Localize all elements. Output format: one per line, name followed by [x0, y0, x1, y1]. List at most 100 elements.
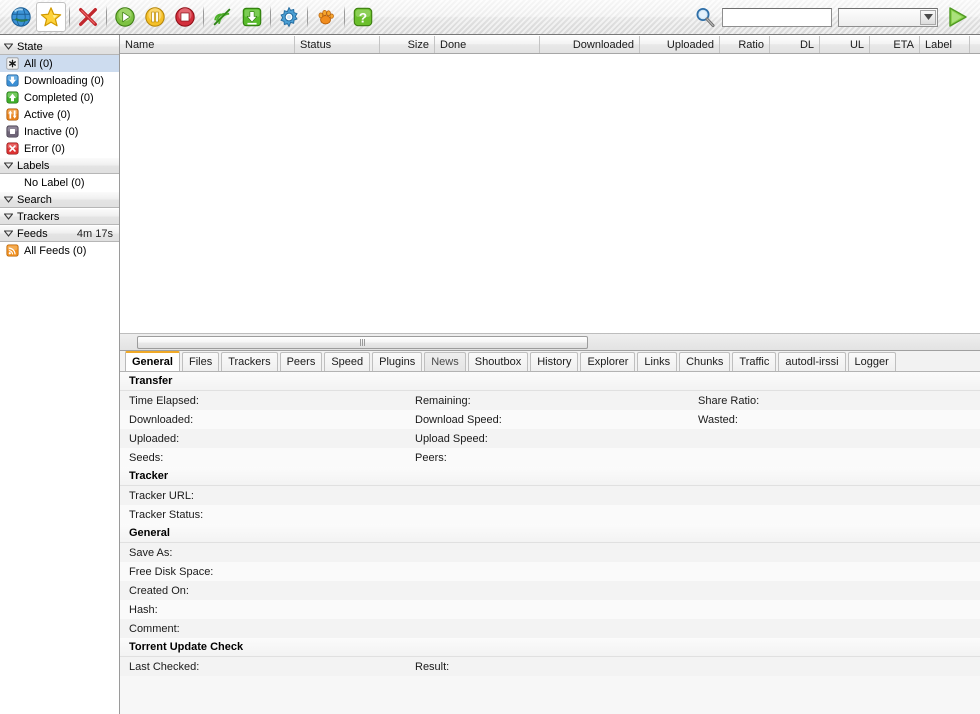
- section-header-general: General: [120, 524, 980, 543]
- detail-field-label: Remaining:: [415, 395, 471, 407]
- tab-shoutbox[interactable]: Shoutbox: [468, 352, 528, 371]
- orange-rss-icon: [6, 244, 19, 257]
- remove-torrent-button[interactable]: [73, 2, 103, 32]
- column-header-peers[interactable]: Peers: [970, 36, 980, 53]
- column-header-ratio[interactable]: Ratio: [720, 36, 770, 53]
- search-engine-select[interactable]: [838, 8, 938, 27]
- add-torrent-from-url-button[interactable]: [6, 2, 36, 32]
- sidebar-item-no-label[interactable]: No Label (0): [0, 174, 119, 191]
- tab-label: Traffic: [739, 356, 769, 368]
- tab-explorer[interactable]: Explorer: [580, 352, 635, 371]
- column-header-label: DL: [800, 39, 814, 51]
- main-area: NameStatus Size DoneDownloadedUploadedRati…: [120, 35, 980, 714]
- pause-torrent-button[interactable]: [140, 2, 170, 32]
- sidebar-group-feeds[interactable]: Feeds4m 17s: [0, 225, 119, 242]
- tab-traffic[interactable]: Traffic: [732, 352, 776, 371]
- svg-text:?: ?: [359, 11, 367, 26]
- sidebar-item-inactive[interactable]: Inactive (0): [0, 123, 119, 140]
- tab-peers[interactable]: Peers: [280, 352, 323, 371]
- toolbar-separator: [69, 6, 70, 28]
- tab-files[interactable]: Files: [182, 352, 219, 371]
- stop-torrent-button[interactable]: [170, 2, 200, 32]
- tab-label: Plugins: [379, 356, 415, 368]
- sidebar-item-active[interactable]: Active (0): [0, 106, 119, 123]
- sidebar-group-trackers[interactable]: Trackers: [0, 208, 119, 225]
- column-header-label: Size: [408, 39, 429, 51]
- rss-feeds-button[interactable]: [207, 2, 237, 32]
- column-header-downloaded[interactable]: Downloaded: [540, 36, 640, 53]
- tab-plugins[interactable]: Plugins: [372, 352, 422, 371]
- caret-down-icon: [4, 196, 13, 203]
- preferences-button[interactable]: [274, 2, 304, 32]
- column-header-size[interactable]: Size: [380, 36, 435, 53]
- chevron-down-icon: [920, 10, 936, 25]
- search-go-button[interactable]: [944, 5, 970, 29]
- sidebar-item-downloading[interactable]: Downloading (0): [0, 72, 119, 89]
- search-input[interactable]: [722, 8, 832, 27]
- yellow-pause-icon: [144, 6, 166, 28]
- search-area: [694, 5, 974, 29]
- column-header-label[interactable]: Label: [920, 36, 970, 53]
- tab-label: Trackers: [228, 356, 270, 368]
- sidebar-group-search[interactable]: Search: [0, 191, 119, 208]
- asterisk-icon: [6, 57, 19, 70]
- tab-speed[interactable]: Speed: [324, 352, 370, 371]
- scrollbar-grip-icon: [360, 339, 365, 346]
- help-button[interactable]: ?: [348, 2, 378, 32]
- globe-icon: [10, 6, 32, 28]
- tab-label: Shoutbox: [475, 356, 521, 368]
- column-header-ul[interactable]: UL: [820, 36, 870, 53]
- download-button[interactable]: [237, 2, 267, 32]
- column-header-name[interactable]: Name: [120, 36, 295, 53]
- scrollbar-thumb[interactable]: [137, 336, 588, 349]
- sidebar-item-label: Inactive (0): [24, 126, 78, 138]
- sidebar-item-all-feeds[interactable]: All Feeds (0): [0, 242, 119, 259]
- section-title: General: [129, 527, 170, 539]
- start-torrent-button[interactable]: [110, 2, 140, 32]
- torrent-list-header: NameStatus Size DoneDownloadedUploadedRati…: [120, 35, 980, 54]
- toolbar-separator: [307, 6, 308, 28]
- torrent-list-body[interactable]: [120, 54, 980, 333]
- sidebar-group-label: Search: [17, 194, 113, 206]
- column-header-eta[interactable]: ETA: [870, 36, 920, 53]
- column-header-status[interactable]: Status: [295, 36, 380, 53]
- detail-field-label: Hash:: [129, 604, 158, 616]
- add-torrent-button[interactable]: [36, 2, 66, 32]
- column-header-label: ETA: [893, 39, 914, 51]
- tab-autodl-irssi[interactable]: autodl-irssi: [778, 352, 845, 371]
- column-header-uploaded[interactable]: Uploaded: [640, 36, 720, 53]
- sidebar-item-all[interactable]: All (0): [0, 55, 119, 72]
- tab-logger[interactable]: Logger: [848, 352, 896, 371]
- tab-chunks[interactable]: Chunks: [679, 352, 730, 371]
- column-header-done[interactable]: Done: [435, 36, 540, 53]
- torrent-list-horizontal-scrollbar[interactable]: [120, 333, 980, 350]
- tab-general[interactable]: General: [125, 351, 180, 371]
- tab-label: Links: [644, 356, 670, 368]
- detail-field-label: Wasted:: [698, 414, 738, 426]
- speed-guide-button[interactable]: [311, 2, 341, 32]
- tab-history[interactable]: History: [530, 352, 578, 371]
- sidebar-item-label: Completed (0): [24, 92, 94, 104]
- tab-news[interactable]: News: [424, 352, 466, 371]
- tab-trackers[interactable]: Trackers: [221, 352, 277, 371]
- detail-filler: [120, 676, 980, 714]
- detail-field-label: Last Checked:: [129, 661, 199, 673]
- sidebar-group-state[interactable]: State: [0, 38, 119, 55]
- toolbar-separator: [106, 6, 107, 28]
- torrent-list-pane: NameStatus Size DoneDownloadedUploadedRati…: [120, 35, 980, 351]
- tab-links[interactable]: Links: [637, 352, 677, 371]
- caret-down-icon: [4, 230, 13, 237]
- sidebar-item-error[interactable]: Error (0): [0, 140, 119, 157]
- red-x-icon: [77, 6, 99, 28]
- sidebar-item-label: Active (0): [24, 109, 70, 121]
- tab-label: Peers: [287, 356, 316, 368]
- detail-field-label: Peers:: [415, 452, 447, 464]
- column-header-dl[interactable]: DL: [770, 36, 820, 53]
- section-header-tracker: Tracker: [120, 467, 980, 486]
- tab-label: General: [132, 356, 173, 368]
- detail-row: Hash:: [120, 600, 980, 619]
- detail-content: TransferTime Elapsed:Remaining:Share Rat…: [120, 372, 980, 714]
- sidebar-group-labels[interactable]: Labels: [0, 157, 119, 174]
- sidebar-item-completed[interactable]: Completed (0): [0, 89, 119, 106]
- detail-pane: General Files Trackers Peers Speed Plugins New…: [120, 351, 980, 714]
